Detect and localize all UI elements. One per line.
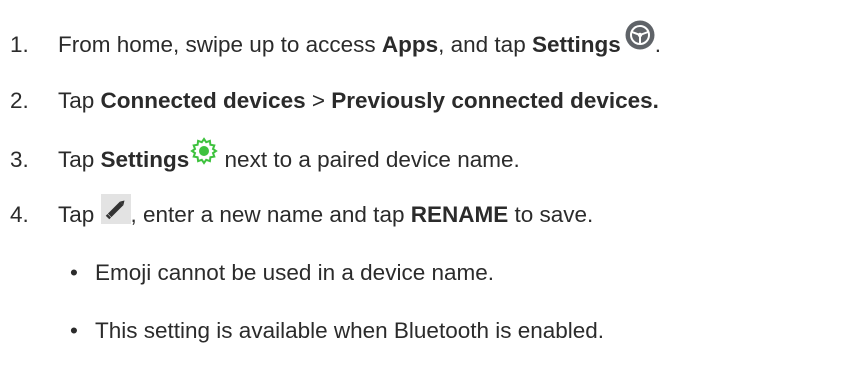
- bullet-text: Emoji cannot be used in a device name.: [95, 260, 494, 285]
- step-bold-text: Connected devices: [100, 88, 306, 113]
- bullet-text: This setting is available when Bluetooth…: [95, 318, 605, 343]
- pencil-icon: [100, 194, 131, 224]
- step-text: , and tap: [438, 32, 532, 57]
- step-text: , enter a new name and tap: [130, 202, 411, 227]
- step-text: Tap: [58, 147, 101, 172]
- step-number: 2.: [10, 88, 29, 113]
- step-1: 1. From home, swipe up to access Apps , …: [10, 20, 661, 60]
- steering-wheel-settings-icon: [625, 20, 655, 50]
- step-number: 1.: [10, 32, 29, 57]
- step-text: >: [305, 88, 332, 113]
- step-bold-text: Apps: [381, 32, 439, 57]
- step-text: Tap: [58, 202, 101, 227]
- step-text: Tap: [58, 88, 101, 113]
- step-number: 4.: [10, 202, 29, 227]
- bullet-symbol: •: [70, 318, 78, 343]
- step-bold-text: Settings: [531, 32, 621, 57]
- step-4: 4. Tap , enter a new name and tap RENAME…: [10, 194, 594, 230]
- note-bullet: • This setting is available when Bluetoot…: [70, 316, 604, 346]
- step-3: 3. Tap Settings next to a paired device …: [10, 137, 520, 175]
- step-text: .: [654, 32, 661, 57]
- step-text: From home, swipe up to access: [58, 32, 382, 57]
- step-number: 3.: [10, 147, 29, 172]
- step-2: 2. Tap Connected devices > Previously co…: [10, 86, 659, 116]
- step-text: next to a paired device name.: [218, 147, 520, 172]
- bullet-symbol: •: [70, 260, 78, 285]
- note-bullet: • Emoji cannot be used in a device name.: [70, 258, 494, 288]
- step-bold-text: Previously connected devices.: [331, 88, 659, 113]
- step-bold-text: Settings: [100, 147, 190, 172]
- step-text: to save.: [508, 202, 594, 227]
- step-bold-text: RENAME: [410, 202, 509, 227]
- gear-icon: [190, 137, 219, 165]
